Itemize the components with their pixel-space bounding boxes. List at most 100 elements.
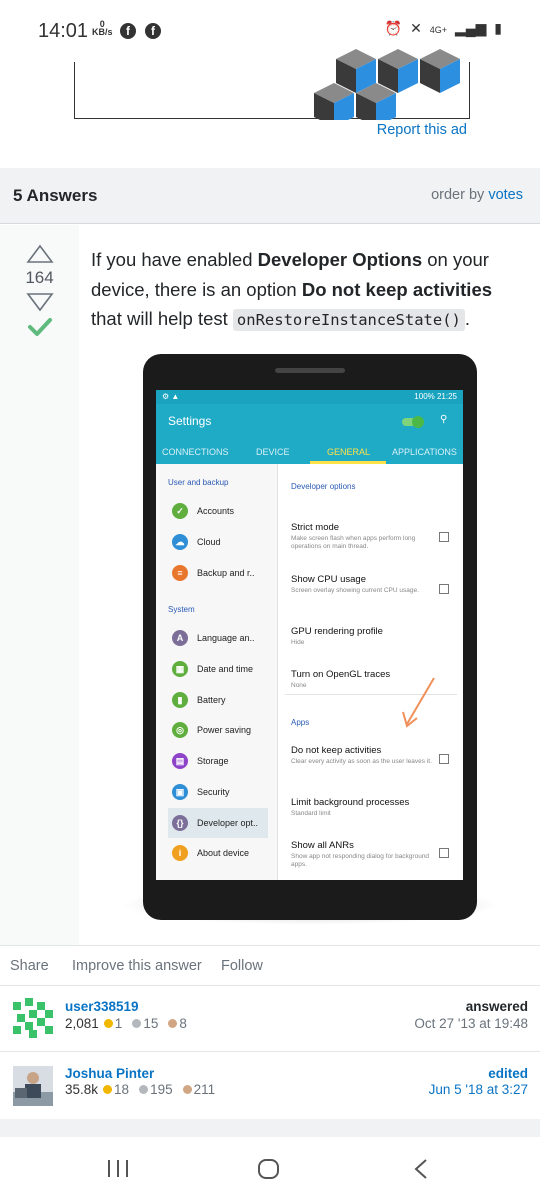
silver-badge-icon: [132, 1019, 142, 1028]
answer-bold-do-not-keep: Do not keep activities: [301, 278, 493, 300]
setting-title: Show all ANRs: [291, 840, 354, 851]
screen-item-label: Battery: [197, 695, 226, 705]
answer-code: onRestoreInstanceState(): [232, 309, 465, 331]
system-nav-bar: [0, 1137, 540, 1200]
setting-subtitle: Make screen flash when apps perform long…: [291, 535, 416, 550]
screen-item-label: Security: [197, 787, 230, 797]
answered-label: answered: [465, 999, 528, 1014]
screen-item-language: A Language an..: [172, 627, 276, 651]
silver-badge-count: 195: [150, 1082, 173, 1097]
follow-link[interactable]: Follow: [221, 958, 263, 974]
lock-icon: ▣: [172, 784, 188, 800]
answers-count: 5 Answers: [13, 186, 98, 205]
accepted-check-icon: [28, 318, 52, 336]
screen-item-label: Backup and r..: [197, 568, 255, 578]
screen-status-right: 100% 21:25: [414, 392, 457, 401]
network-label: 4G+: [429, 25, 448, 35]
screen-item-battery: ▮ Battery: [172, 689, 276, 713]
report-ad-link[interactable]: Report this ad: [377, 122, 467, 138]
screen-item-about-device: i About device: [172, 842, 276, 866]
screen-status-bar: ⚙ ▲ 100% 21:25: [156, 390, 463, 404]
screen-status-left-icons: ⚙ ▲: [162, 392, 180, 401]
status-icons: ⏰ ✕ 4G+ ▂▄▆ ▮: [385, 20, 502, 37]
answer-bold-developer-options: Developer Options: [257, 249, 423, 270]
info-icon: i: [172, 845, 188, 861]
downvote-icon[interactable]: [26, 292, 54, 312]
screen-item-label: Cloud: [197, 537, 221, 547]
arrow-annotation-icon: [402, 677, 435, 728]
screen-app-bar: Settings ⚲ CONNECTIONS DEVICE GENERAL AP…: [156, 404, 463, 464]
alarm-icon: ⏰: [384, 20, 403, 36]
order-by-value[interactable]: votes: [488, 187, 523, 203]
gold-badge-count: 18: [114, 1082, 130, 1097]
vote-count: 164: [25, 268, 54, 287]
answerer-avatar[interactable]: [13, 998, 53, 1038]
share-link[interactable]: Share: [10, 958, 49, 974]
editor-reputation: 35.8k 18 195 211: [65, 1082, 215, 1097]
answers-header: 5 Answers order by votes: [0, 168, 540, 224]
answered-time[interactable]: Oct 27 '13 at 19:48: [414, 1016, 528, 1031]
screen-setting-show-cpu: Show CPU usage Screen overlay showing cur…: [291, 574, 441, 595]
improve-answer-link[interactable]: Improve this answer: [72, 958, 202, 974]
screen-tab-connections: CONNECTIONS: [162, 447, 229, 457]
answer-text-part: that will help test: [91, 308, 233, 329]
screen-setting-do-not-keep-activities: Do not keep activities Clear every activi…: [291, 745, 441, 766]
screen-setting-strict-mode: Strict mode Make screen flash when apps p…: [291, 522, 441, 551]
storage-icon: ▤: [172, 753, 188, 769]
answerer-name[interactable]: user338519: [65, 999, 139, 1014]
screen-toggle-icon: [402, 416, 424, 428]
bronze-badge-count: 211: [193, 1082, 216, 1097]
facebook-icon: f: [120, 23, 136, 39]
editor-card: Joshua Pinter 35.8k 18 195 211 edited Jun 5…: [0, 1051, 540, 1117]
screen-setting-gpu-profile: GPU rendering profile Hide: [291, 626, 441, 647]
signal-icon: ▂▄▆: [454, 20, 487, 36]
cloud-icon: ☁: [172, 534, 188, 550]
screen-item-date-time: ▦ Date and time: [172, 658, 276, 682]
setting-subtitle: Show app not responding dialog for backg…: [291, 853, 430, 868]
screen-item-storage: ▤ Storage: [172, 750, 276, 774]
gold-badge-icon: [103, 1019, 113, 1028]
language-icon: A: [172, 630, 188, 646]
setting-title: Strict mode: [291, 522, 340, 533]
setting-subtitle: Screen overlay showing current CPU usage…: [291, 587, 419, 594]
answerer-card: user338519 2,081 1 15 8 answered Oct 27 '13…: [0, 985, 540, 1051]
editor-name[interactable]: Joshua Pinter: [65, 1066, 154, 1081]
setting-subtitle: Clear every activity as soon as the user…: [291, 758, 432, 765]
back-icon[interactable]: [412, 1158, 430, 1180]
setting-title: GPU rendering profile: [291, 626, 383, 637]
mute-icon: ✕: [410, 20, 422, 36]
edited-time[interactable]: Jun 5 '18 at 3:27: [429, 1082, 528, 1097]
gold-badge-icon: [103, 1085, 113, 1094]
bronze-badge-icon: [168, 1019, 178, 1028]
screen-item-label: Storage: [197, 756, 229, 766]
show-anrs-checkbox: [439, 848, 449, 858]
calendar-icon: ▦: [172, 661, 188, 677]
answer-text-part: .: [464, 308, 471, 329]
section-divider: [0, 1119, 540, 1137]
upvote-icon[interactable]: [26, 244, 54, 264]
answerer-reputation: 2,081 1 15 8: [65, 1016, 187, 1031]
screen-section-developer-options: Developer options: [291, 482, 356, 491]
screen-tab-device: DEVICE: [256, 447, 290, 457]
facebook-icon: f: [145, 23, 161, 39]
screen-item-label: Developer opt..: [197, 818, 259, 828]
net-speed-unit: KB/s: [92, 27, 113, 37]
home-icon[interactable]: [257, 1158, 281, 1180]
reputation-score: 2,081: [65, 1016, 99, 1031]
edited-label[interactable]: edited: [488, 1066, 528, 1081]
silver-badge-icon: [139, 1085, 149, 1094]
backup-icon: ≡: [172, 565, 188, 581]
gold-badge-count: 1: [114, 1016, 123, 1031]
screen-item-developer-options: {} Developer opt..: [168, 808, 268, 838]
order-by-label: order by: [431, 187, 485, 203]
answer-text-part: If you have enabled: [91, 249, 258, 270]
power-saving-icon: ◎: [172, 722, 188, 738]
status-time: 14:01: [38, 20, 89, 42]
editor-avatar[interactable]: [13, 1066, 53, 1106]
sort-order[interactable]: order by votes: [431, 187, 523, 203]
screen-item-label: Date and time: [197, 664, 254, 674]
recent-apps-icon[interactable]: [106, 1159, 130, 1179]
reputation-score: 35.8k: [65, 1082, 99, 1097]
bronze-badge-count: 8: [179, 1016, 187, 1031]
setting-subtitle: Standard limit: [291, 810, 331, 817]
